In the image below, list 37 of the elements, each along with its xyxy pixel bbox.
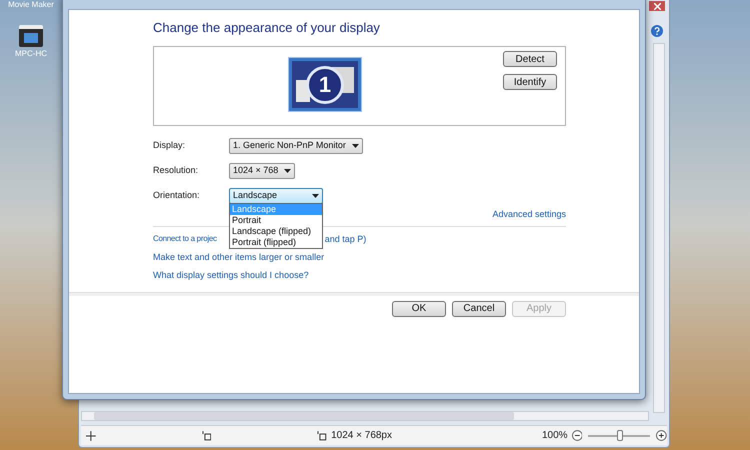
advanced-settings-link[interactable]: Advanced settings	[492, 208, 566, 222]
dialog-button[interactable]: Cancel	[452, 300, 506, 316]
zoom-slider[interactable]	[588, 430, 650, 441]
help-link[interactable]: What display settings should I choose?	[153, 268, 309, 280]
zoom-percentage: 100%	[542, 429, 568, 443]
caret-icon	[312, 194, 319, 198]
setting-label: Resolution:	[153, 164, 200, 178]
move-icon[interactable]	[86, 430, 96, 440]
zoom-in-icon[interactable]	[656, 430, 668, 441]
dropdown[interactable]: 1. Generic Non-PnP Monitor	[229, 138, 363, 154]
preview-button[interactable]: Identify	[503, 74, 557, 90]
monitor-icon[interactable]: 1	[288, 57, 362, 112]
dropdown-option[interactable]: Landscape (flipped)	[230, 226, 322, 237]
dropdown[interactable]: 1024 × 768	[229, 163, 296, 179]
slider-thumb[interactable]	[617, 430, 624, 441]
projector-link[interactable]: Connect to a projec	[153, 232, 217, 244]
caret-icon	[352, 144, 359, 148]
crop-icon[interactable]	[202, 430, 212, 440]
image-dimensions: 1024 × 768px	[331, 429, 392, 443]
page-heading: Change the appearance of your display	[153, 20, 381, 36]
dialog-button[interactable]: OK	[392, 300, 446, 316]
preview-button[interactable]: Detect	[503, 51, 557, 67]
dropdown-option[interactable]: Portrait (flipped)	[230, 237, 322, 248]
close-icon[interactable]	[649, 1, 665, 11]
vertical-scrollbar[interactable]	[653, 43, 665, 413]
dropdown[interactable]: Landscape	[229, 188, 323, 204]
dropdown-option[interactable]: Portrait	[230, 215, 322, 226]
crop-icon	[317, 430, 328, 440]
setting-label: Orientation:	[153, 189, 201, 202]
monitor-number: 1	[306, 66, 344, 104]
horizontal-scrollbar[interactable]	[81, 411, 649, 421]
projector-link[interactable]: and tap P)	[324, 232, 366, 244]
setting-label: Display:	[153, 139, 186, 152]
help-icon[interactable]	[651, 25, 663, 37]
help-link[interactable]: Make text and other items larger or smaller	[153, 250, 324, 262]
caret-icon	[284, 169, 292, 173]
zoom-out-icon[interactable]	[572, 430, 582, 441]
